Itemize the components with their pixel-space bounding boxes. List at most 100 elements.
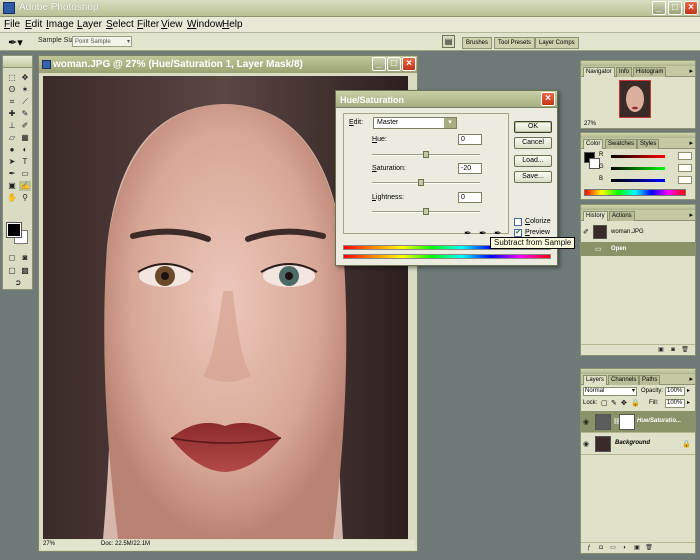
new-adjustment-layer-icon[interactable]: ◐ xyxy=(621,544,629,552)
menu-file[interactable]: File xyxy=(4,19,20,30)
history-brush-source-icon[interactable]: ✐ xyxy=(583,228,589,236)
load-button[interactable]: Load... xyxy=(514,155,552,167)
eraser-tool-icon[interactable]: ▱ xyxy=(6,133,18,143)
minimize-button[interactable]: _ xyxy=(652,1,666,15)
add-to-sample-icon[interactable]: ✒ xyxy=(479,228,487,239)
standard-mode-icon[interactable]: ◻ xyxy=(6,253,18,263)
tab-actions[interactable]: Actions xyxy=(609,211,635,221)
menu-view[interactable]: View xyxy=(161,19,183,30)
colorize-checkbox[interactable] xyxy=(514,218,522,226)
tab-channels[interactable]: Channels xyxy=(608,375,640,385)
eye-icon[interactable]: ◉ xyxy=(583,440,589,448)
tab-info[interactable]: Info xyxy=(616,67,633,77)
shape-tool-icon[interactable]: ▭ xyxy=(19,169,31,179)
lock-position-icon[interactable]: ✥ xyxy=(621,399,627,407)
eyedropper-icon[interactable]: ✒ xyxy=(464,228,472,239)
new-set-icon[interactable]: ▭ xyxy=(609,544,617,552)
layer-style-icon[interactable]: ƒ xyxy=(585,544,593,552)
lock-transparent-icon[interactable]: ▢ xyxy=(601,399,608,407)
menu-window[interactable]: Window xyxy=(187,19,223,30)
add-mask-icon[interactable]: ◘ xyxy=(597,544,605,552)
history-item-open[interactable]: ▭ Open xyxy=(581,242,695,256)
sample-size-select[interactable]: Point Sample ▾ xyxy=(72,36,132,47)
tab-color[interactable]: Color xyxy=(583,139,604,149)
dodge-tool-icon[interactable]: ◐ xyxy=(19,145,31,155)
navigator-thumbnail[interactable] xyxy=(619,80,651,118)
layer-mask-thumbnail[interactable] xyxy=(619,414,635,430)
brush-tool-icon[interactable]: ✎ xyxy=(19,109,31,119)
opacity-slider-arrow-icon[interactable]: ▸ xyxy=(687,387,690,394)
history-brush-tool-icon[interactable]: ✐ xyxy=(19,121,31,131)
red-channel-field[interactable] xyxy=(678,152,692,160)
dialog-close-button[interactable]: × xyxy=(541,92,555,106)
new-layer-icon[interactable]: ▣ xyxy=(633,544,641,552)
fill-field[interactable]: 100% xyxy=(665,399,685,408)
menu-select[interactable]: Select xyxy=(106,19,134,30)
eyedropper-tool-preset-icon[interactable]: ✒▾ xyxy=(8,36,23,49)
palette-menu-icon[interactable]: ▸ xyxy=(689,211,693,219)
tab-swatches[interactable]: Swatches xyxy=(605,139,638,149)
hand-tool-icon[interactable]: ✋ xyxy=(6,193,18,203)
lightness-input[interactable]: 0 xyxy=(458,192,482,203)
layer-row-hue-saturation[interactable]: ◉ ⛓ Hue/Saturatio... xyxy=(581,411,695,433)
opacity-field[interactable]: 100% xyxy=(665,387,685,396)
cancel-button[interactable]: Cancel xyxy=(514,137,552,149)
tab-tool-presets[interactable]: Tool Presets xyxy=(494,37,536,49)
foreground-color-swatch[interactable] xyxy=(6,222,22,238)
edit-select[interactable]: Master ▾ xyxy=(373,117,457,129)
document-title-bar[interactable]: woman.JPG @ 27% (Hue/Saturation 1, Layer… xyxy=(39,56,417,73)
tab-styles[interactable]: Styles xyxy=(637,139,660,149)
toolbox-header[interactable] xyxy=(3,56,32,68)
tab-history[interactable]: History xyxy=(583,211,608,221)
menu-filter[interactable]: Filter xyxy=(137,19,159,30)
saturation-slider-thumb[interactable] xyxy=(417,179,424,186)
tab-layer-comps[interactable]: Layer Comps xyxy=(535,37,579,49)
tab-navigator[interactable]: Navigator xyxy=(583,67,615,77)
path-selection-tool-icon[interactable]: ➤ xyxy=(6,157,18,167)
close-button[interactable]: × xyxy=(684,1,698,15)
trash-icon[interactable]: 🗑 xyxy=(645,544,653,552)
hue-slider-thumb[interactable] xyxy=(423,151,429,158)
history-snapshot[interactable]: ✐ woman.JPG xyxy=(581,223,695,241)
tab-histogram[interactable]: Histogram xyxy=(633,67,667,77)
move-tool-icon[interactable]: ✥ xyxy=(19,73,31,83)
palette-menu-icon[interactable]: ▸ xyxy=(689,67,693,75)
tab-brushes[interactable]: Brushes xyxy=(462,37,493,49)
marquee-tool-icon[interactable]: ⬚ xyxy=(6,73,18,83)
palette-well-icon[interactable]: ▤ xyxy=(442,35,455,48)
blend-mode-select[interactable]: Normal ▾ xyxy=(583,387,637,396)
color-ramp[interactable] xyxy=(584,189,686,196)
maximize-button[interactable]: □ xyxy=(668,1,682,15)
saturation-slider-track[interactable] xyxy=(372,182,480,184)
menu-edit[interactable]: Edit xyxy=(25,19,42,30)
menu-help[interactable]: Help xyxy=(222,19,243,30)
blue-channel-slider[interactable] xyxy=(611,179,665,182)
zoom-readout[interactable]: 27% xyxy=(43,541,55,547)
tab-layers[interactable]: Layers xyxy=(583,375,608,385)
saturation-input[interactable]: -20 xyxy=(458,163,482,174)
lock-all-icon[interactable]: 🔒 xyxy=(631,399,640,407)
dialog-title-bar[interactable]: Hue/Saturation × xyxy=(336,91,557,108)
standard-screen-mode-icon[interactable]: ▢ xyxy=(6,266,18,276)
lasso-tool-icon[interactable]: ʘ xyxy=(6,85,18,95)
ok-button[interactable]: OK xyxy=(514,121,552,133)
clone-stamp-tool-icon[interactable]: ⊥ xyxy=(6,121,18,131)
notes-tool-icon[interactable]: ▣ xyxy=(6,181,18,191)
healing-brush-tool-icon[interactable]: ✚ xyxy=(6,109,18,119)
zoom-tool-icon[interactable]: ⚲ xyxy=(19,193,31,203)
green-channel-field[interactable] xyxy=(678,164,692,172)
quick-mask-mode-icon[interactable]: ◙ xyxy=(19,253,31,263)
new-snapshot-icon[interactable]: ◙ xyxy=(669,346,677,354)
doc-close-button[interactable]: × xyxy=(402,57,416,71)
blur-tool-icon[interactable]: ● xyxy=(6,145,18,155)
red-channel-slider[interactable] xyxy=(611,155,665,158)
layer-row-background[interactable]: ◉ Background 🔒 xyxy=(581,433,695,455)
fill-slider-arrow-icon[interactable]: ▸ xyxy=(687,399,690,406)
magic-wand-tool-icon[interactable]: ✶ xyxy=(19,85,31,95)
navigator-zoom[interactable]: 27% xyxy=(584,121,596,127)
pen-tool-icon[interactable]: ✒ xyxy=(6,169,18,179)
doc-minimize-button[interactable]: _ xyxy=(372,57,386,71)
crop-tool-icon[interactable]: ⌗ xyxy=(6,97,18,107)
lightness-slider-thumb[interactable] xyxy=(423,208,429,215)
trash-icon[interactable]: 🗑 xyxy=(681,346,689,354)
